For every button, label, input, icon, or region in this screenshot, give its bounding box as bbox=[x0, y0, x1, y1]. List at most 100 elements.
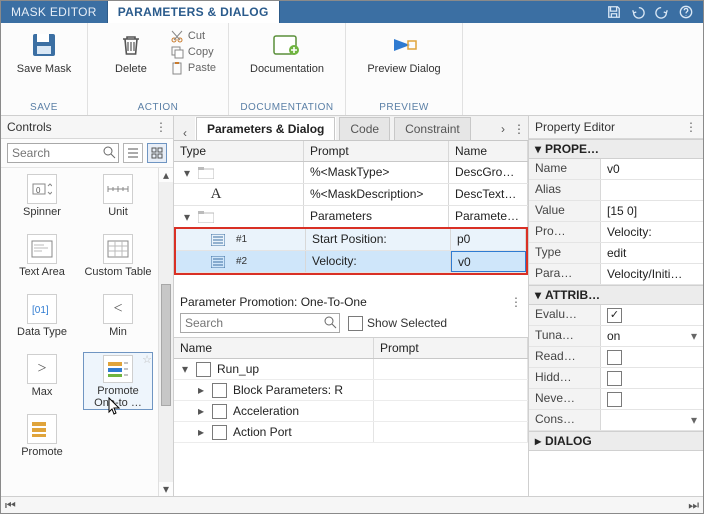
table-row[interactable]: #1 Start Position: p0 bbox=[176, 229, 526, 251]
preview-dialog-button[interactable]: Preview Dialog bbox=[359, 27, 449, 75]
prop-row-evaluate[interactable]: Evalu… bbox=[529, 305, 703, 326]
controls-menu-icon[interactable]: ⋮ bbox=[155, 120, 167, 134]
title-bar: MASK EDITOR PARAMETERS & DIALOG bbox=[1, 1, 703, 23]
promo-checkbox[interactable] bbox=[196, 362, 211, 377]
controls-search[interactable] bbox=[7, 143, 119, 163]
table-row[interactable]: ▾ Parameters ParameterGroupVar bbox=[174, 206, 528, 228]
control-spinner[interactable]: 0Spinner bbox=[7, 172, 77, 230]
control-promote-one-to[interactable]: Promote One-to … ☆ bbox=[83, 352, 153, 410]
col-type[interactable]: Type bbox=[174, 141, 304, 161]
view-grid-icon[interactable] bbox=[147, 143, 167, 163]
control-max[interactable]: >Max bbox=[7, 352, 77, 410]
prop-row-param[interactable]: Para…Velocity/Initi… bbox=[529, 264, 703, 285]
svg-text:[01]: [01] bbox=[32, 305, 49, 316]
expand-icon[interactable]: ▸ bbox=[196, 383, 206, 397]
promo-row[interactable]: ▸Action Port bbox=[174, 422, 528, 443]
promo-checkbox[interactable] bbox=[212, 425, 227, 440]
control-data-type[interactable]: [01]Data Type bbox=[7, 292, 77, 350]
promotion-search-input[interactable] bbox=[180, 313, 340, 333]
save-mask-button[interactable]: Save Mask bbox=[13, 27, 75, 75]
control-min[interactable]: <Min bbox=[83, 292, 153, 350]
tabs-next-icon[interactable]: › bbox=[496, 118, 510, 140]
prop-row-neversave[interactable]: Neve… bbox=[529, 389, 703, 410]
checkbox[interactable] bbox=[607, 350, 622, 365]
save-icon[interactable] bbox=[605, 3, 623, 21]
prop-section-properties[interactable]: ▾PROPE… bbox=[529, 139, 703, 159]
promo-col-prompt[interactable]: Prompt bbox=[374, 338, 528, 358]
ribbon: Save Mask SAVE Delete Cut Copy Paste ACT… bbox=[1, 23, 703, 116]
collapse-icon[interactable]: ▾ bbox=[535, 142, 541, 156]
search-icon bbox=[102, 145, 116, 159]
delete-button[interactable]: Delete bbox=[100, 27, 162, 75]
view-list-icon[interactable] bbox=[123, 143, 143, 163]
promo-row[interactable]: ▸Block Parameters: R bbox=[174, 380, 528, 401]
col-name[interactable]: Name bbox=[449, 141, 528, 161]
prop-row-tunable[interactable]: Tuna…on▾ bbox=[529, 326, 703, 347]
copy-button[interactable]: Copy bbox=[170, 45, 216, 59]
checkbox[interactable] bbox=[607, 371, 622, 386]
promotion-title: Parameter Promotion: One-To-One bbox=[180, 295, 367, 309]
expand-icon[interactable]: ▸ bbox=[196, 404, 206, 418]
promo-row[interactable]: ▾Run_up bbox=[174, 359, 528, 380]
footer-next-icon[interactable]: ⏭ bbox=[688, 498, 699, 513]
promo-checkbox[interactable] bbox=[212, 404, 227, 419]
title-tab-params-dialog[interactable]: PARAMETERS & DIALOG bbox=[108, 1, 280, 23]
prop-section-dialog[interactable]: ▸DIALOG bbox=[529, 431, 703, 451]
prop-row-hidden[interactable]: Hidd… bbox=[529, 368, 703, 389]
prop-row-alias[interactable]: Alias bbox=[529, 180, 703, 201]
collapse-icon[interactable]: ▾ bbox=[535, 288, 541, 302]
expand-icon[interactable]: ▸ bbox=[196, 425, 206, 439]
table-row[interactable]: A %<MaskDescription> DescTextVar bbox=[174, 184, 528, 206]
tabs-menu-icon[interactable]: ⋮ bbox=[512, 118, 526, 140]
promo-checkbox[interactable] bbox=[212, 383, 227, 398]
undo-icon[interactable] bbox=[629, 3, 647, 21]
promo-row[interactable]: ▸Acceleration bbox=[174, 401, 528, 422]
prop-row-prompt[interactable]: Pro…Velocity: bbox=[529, 222, 703, 243]
table-row[interactable]: ▾ %<MaskType> DescGroupVar bbox=[174, 162, 528, 184]
control-text-area[interactable]: Text Area bbox=[7, 232, 77, 290]
checkbox[interactable] bbox=[607, 308, 622, 323]
collapse-icon[interactable]: ▾ bbox=[180, 362, 190, 376]
chevron-down-icon[interactable]: ▾ bbox=[691, 413, 697, 427]
paste-button[interactable]: Paste bbox=[170, 61, 216, 75]
title-tab-mask-editor[interactable]: MASK EDITOR bbox=[1, 1, 108, 23]
center-tabs: ‹ Parameters & Dialog Code Constraint ›⋮ bbox=[174, 116, 528, 141]
promotion-menu-icon[interactable]: ⋮ bbox=[510, 295, 522, 309]
prop-row-type[interactable]: Typeedit bbox=[529, 243, 703, 264]
param-icon bbox=[210, 255, 226, 269]
collapse-icon[interactable]: ▾ bbox=[182, 166, 192, 180]
show-selected-checkbox[interactable]: Show Selected bbox=[348, 316, 447, 331]
promo-col-name[interactable]: Name bbox=[174, 338, 374, 358]
prop-section-attributes[interactable]: ▾ATTRIB… bbox=[529, 285, 703, 305]
tab-code[interactable]: Code bbox=[339, 117, 390, 140]
prop-row-value[interactable]: Value[15 0] bbox=[529, 201, 703, 222]
footer-prev-icon[interactable]: ⏮ bbox=[5, 498, 16, 513]
controls-scrollbar[interactable]: ▴ ▾ bbox=[158, 168, 173, 496]
col-prompt[interactable]: Prompt bbox=[304, 141, 449, 161]
tabs-prev-icon[interactable]: ‹ bbox=[178, 126, 192, 140]
help-icon[interactable] bbox=[677, 3, 695, 21]
tab-constraints[interactable]: Constraint bbox=[394, 117, 471, 140]
text-icon: A bbox=[208, 188, 224, 202]
control-promote[interactable]: Promote bbox=[7, 412, 77, 470]
prop-row-name[interactable]: Namev0 bbox=[529, 159, 703, 180]
ribbon-group-doc-label: DOCUMENTATION bbox=[240, 102, 333, 113]
table-row-selected[interactable]: #2 Velocity: v0 bbox=[176, 251, 526, 273]
promotion-search[interactable] bbox=[180, 313, 340, 333]
search-icon bbox=[323, 315, 337, 329]
tab-params-dialog[interactable]: Parameters & Dialog bbox=[196, 117, 335, 140]
expand-icon[interactable]: ▸ bbox=[535, 434, 541, 448]
checkbox[interactable] bbox=[607, 392, 622, 407]
documentation-button[interactable]: Documentation bbox=[242, 27, 332, 75]
control-unit[interactable]: Unit bbox=[83, 172, 153, 230]
prop-row-readonly[interactable]: Read… bbox=[529, 347, 703, 368]
ribbon-group-action-label: ACTION bbox=[138, 102, 179, 113]
collapse-icon[interactable]: ▾ bbox=[182, 210, 192, 224]
prop-row-constraint[interactable]: Cons…▾ bbox=[529, 410, 703, 431]
cut-button[interactable]: Cut bbox=[170, 29, 216, 43]
prop-menu-icon[interactable]: ⋮ bbox=[685, 120, 697, 134]
chevron-down-icon[interactable]: ▾ bbox=[691, 329, 697, 343]
svg-text:0: 0 bbox=[36, 186, 41, 195]
redo-icon[interactable] bbox=[653, 3, 671, 21]
control-custom-table[interactable]: Custom Table bbox=[83, 232, 153, 290]
